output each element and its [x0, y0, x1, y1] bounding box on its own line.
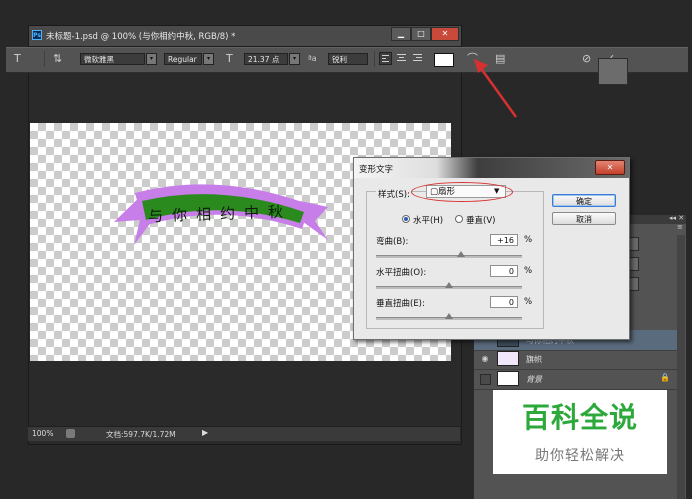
panel-control[interactable] [629, 257, 639, 271]
status-info-icon[interactable] [66, 429, 75, 438]
red-highlight-ellipse [411, 182, 513, 202]
document-titlebar[interactable]: Ps 未标题-1.psd @ 100% (与你相约中秋, RGB/8) * ▁ … [29, 26, 461, 47]
dialog-titlebar[interactable]: 变形文字 ✕ [354, 158, 629, 178]
horizontal-distortion-input[interactable]: 0 [490, 265, 518, 277]
photoshop-icon: Ps [32, 30, 42, 40]
layer-name: 背景 [526, 375, 542, 384]
visibility-toggle[interactable] [480, 374, 491, 385]
options-bar: T ⇅ 微软雅黑 ▾ Regular ▾ T 21.37 点 ▾ ªa 锐利 ⌒… [6, 47, 688, 73]
percent-sign: % [524, 235, 533, 245]
vertical-distortion-input[interactable]: 0 [490, 296, 518, 308]
bend-label: 弯曲(B): [376, 237, 409, 247]
cancel-icon[interactable]: ⊘ [582, 52, 591, 66]
ribbon-text: 与你相约中秋 [148, 202, 293, 225]
antialias-icon: ªa [308, 54, 317, 63]
cancel-button[interactable]: 取消 [552, 212, 616, 225]
font-style-select[interactable]: Regular [164, 53, 202, 65]
dialog-close-button[interactable]: ✕ [595, 160, 625, 175]
close-window-button[interactable]: ✕ [431, 27, 459, 41]
status-bar: 100% 文档:597.7K/1.72M ▶ [28, 426, 460, 441]
panel-control[interactable] [629, 277, 639, 291]
red-pointer-arrow [474, 59, 518, 118]
watermark: 百科全说 助你轻松解决 [493, 390, 667, 474]
horizontal-distortion-slider-thumb[interactable] [445, 282, 453, 288]
text-orientation-icon[interactable]: ⇅ [53, 52, 62, 66]
bend-input[interactable]: +16 [490, 234, 518, 246]
style-label: 样式(S): [376, 188, 412, 200]
lock-icon: 🔒 [660, 373, 670, 382]
bend-slider-thumb[interactable] [456, 251, 465, 257]
layer-row-ribbon[interactable]: ◉ 旗帜 [474, 349, 677, 370]
vertical-radio[interactable] [455, 215, 463, 223]
chevron-down-icon[interactable]: ▾ [289, 53, 300, 65]
layer-thumbnail [497, 371, 519, 386]
panel-menu-icon[interactable]: ≡ [677, 223, 683, 231]
text-color-swatch[interactable] [434, 53, 454, 67]
eye-icon[interactable]: ◉ [480, 354, 490, 363]
chevron-down-icon[interactable]: ▾ [146, 53, 157, 65]
panel-control[interactable] [629, 237, 639, 251]
font-size-input[interactable]: 21.37 点 [244, 53, 288, 65]
layer-thumbnail [497, 351, 519, 366]
panel-thumbnail[interactable] [598, 58, 628, 85]
layer-row-background[interactable]: 背景 🔒 [474, 369, 677, 390]
horizontal-label: 水平(H) [413, 216, 444, 226]
align-right-button[interactable] [411, 52, 424, 65]
document-title: 未标题-1.psd @ 100% (与你相约中秋, RGB/8) * [46, 32, 236, 42]
divider [44, 51, 45, 67]
font-family-select[interactable]: 微软雅黑 [80, 53, 145, 65]
vertical-distortion-label: 垂直扭曲(E): [376, 299, 425, 309]
font-size-icon: T [226, 52, 233, 65]
layers-scrollbar[interactable] [677, 235, 685, 499]
document-size: 文档:597.7K/1.72M [106, 430, 176, 439]
maximize-button[interactable]: □ [411, 27, 431, 41]
chevron-down-icon[interactable]: ▾ [203, 53, 214, 65]
zoom-level[interactable]: 100% [32, 429, 53, 438]
warp-text-dialog: 变形文字 ✕ 样式(S): ▢扇形 ▼ 水平(H) 垂直(V) 弯曲(B): +… [353, 157, 630, 340]
type-tool-icon[interactable]: T [14, 52, 21, 66]
ok-button[interactable]: 确定 [552, 194, 616, 207]
watermark-title: 百科全说 [521, 401, 638, 434]
percent-sign: % [524, 297, 533, 307]
bend-slider[interactable] [376, 255, 522, 258]
vertical-label: 垂直(V) [466, 216, 496, 226]
horizontal-radio[interactable] [402, 215, 410, 223]
vertical-distortion-slider-thumb[interactable] [445, 313, 453, 319]
layer-name: 旗帜 [526, 355, 542, 364]
dialog-title: 变形文字 [359, 165, 394, 175]
align-left-button[interactable] [379, 52, 392, 65]
status-menu-arrow-icon[interactable]: ▶ [202, 428, 208, 437]
collapse-icon[interactable]: ◂◂ ✕ [669, 214, 684, 222]
align-center-button[interactable] [395, 52, 408, 65]
divider [374, 51, 375, 67]
watermark-subtitle: 助你轻松解决 [535, 448, 625, 464]
antialias-select[interactable]: 锐利 [328, 53, 368, 65]
horizontal-distortion-label: 水平扭曲(O): [376, 268, 427, 278]
percent-sign: % [524, 266, 533, 276]
minimize-button[interactable]: ▁ [391, 27, 411, 41]
